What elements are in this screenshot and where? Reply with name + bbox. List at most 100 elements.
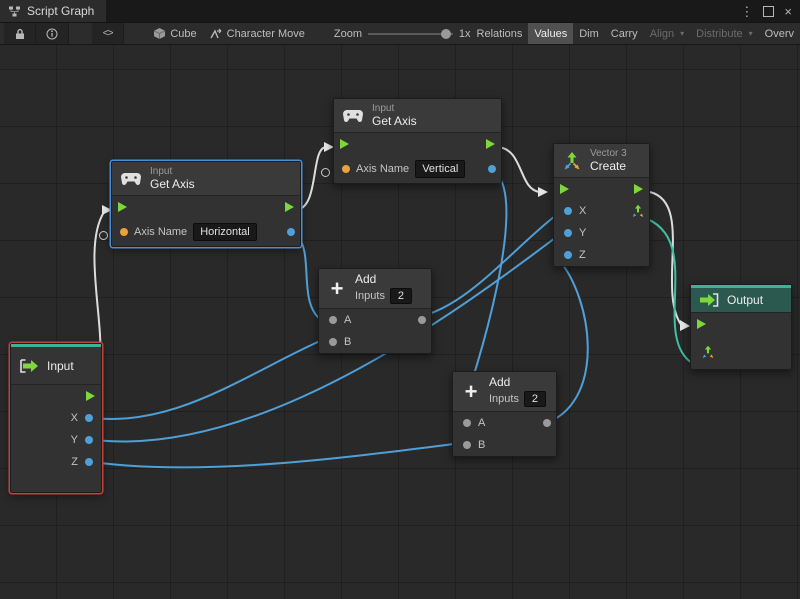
node-header: Input Get Axis [334,99,501,133]
info-icon [46,28,58,40]
axis-name-port[interactable] [120,228,128,236]
flow-in-port[interactable] [560,184,569,194]
code-icon: <> [103,28,113,39]
flow-in-port[interactable] [118,202,127,212]
x-port[interactable] [564,207,572,215]
x-out-port[interactable] [85,414,93,422]
inputs-count-field[interactable]: 2 [390,288,412,304]
port-label: Z [579,249,586,261]
code-view-button[interactable]: <> [92,23,124,44]
node-header: Input Get Axis [112,162,300,196]
node-vector3-create[interactable]: Vector 3 Create X Y [553,143,650,267]
value-edge-input-z-to-add2-b [80,444,454,467]
param-label: Axis Name [134,226,187,238]
node-title: Add [489,376,546,389]
node-header: Vector 3 Create [554,144,649,178]
node-title: Add [355,273,412,286]
y-port[interactable] [564,229,572,237]
cube-label: Cube [170,28,196,40]
vector3-in-port[interactable] [701,345,715,359]
character-move-breadcrumb[interactable]: Character Move [203,23,311,44]
value-out-port[interactable] [488,165,496,173]
flow-edge-create-to-output [650,192,682,326]
y-out-port[interactable] [85,436,93,444]
align-dropdown[interactable]: Align ▾ [644,23,690,44]
vector3-out-port[interactable] [631,204,645,218]
node-title: Output [727,293,763,307]
node-header: + Add Inputs 2 [319,269,431,309]
value-out-port[interactable] [287,228,295,236]
node-output[interactable]: Output [690,284,792,370]
inputs-count-field[interactable]: 2 [524,391,546,407]
flow-out-port[interactable] [486,139,495,149]
graph-canvas[interactable]: Input Get Axis Axis Name Vertical [0,45,800,599]
axis-name-field[interactable]: Vertical [415,160,465,178]
gamepad-icon [120,172,142,186]
node-header: + Add Inputs 2 [453,372,556,412]
sum-out-port[interactable] [543,419,551,427]
unconnected-port[interactable] [321,168,330,177]
flow-in-port[interactable] [340,139,349,149]
maximize-icon[interactable] [763,6,774,17]
carry-toggle[interactable]: Carry [605,23,644,44]
input-a-port[interactable] [463,419,471,427]
close-icon[interactable]: × [784,5,792,18]
flow-arrowhead [538,187,548,197]
axis-name-port[interactable] [342,165,350,173]
input-b-port[interactable] [463,441,471,449]
node-add-2[interactable]: + Add Inputs 2 A B [452,371,557,457]
port-label: X [71,412,78,424]
gamepad-icon [342,109,364,123]
z-out-port[interactable] [85,458,93,466]
output-icon [699,293,719,307]
distribute-dropdown[interactable]: Distribute ▾ [690,23,758,44]
z-port[interactable] [564,251,572,259]
sum-out-port[interactable] [418,316,426,324]
flow-edge-vertical-to-create [496,147,540,192]
flow-out-port[interactable] [86,391,95,401]
dim-toggle[interactable]: Dim [573,23,605,44]
info-button[interactable] [36,23,68,44]
overview-button[interactable]: Overv [759,23,800,44]
relations-toggle[interactable]: Relations [471,23,529,44]
node-add-1[interactable]: + Add Inputs 2 A B [318,268,432,354]
graph-icon [8,6,21,17]
value-edge-input-x-to-add1-b [80,341,320,419]
zoom-slider[interactable] [368,33,453,35]
cube-breadcrumb[interactable]: Cube [147,23,202,44]
chevron-down-icon: ▾ [680,29,684,38]
zoom-slider-knob[interactable] [441,29,451,39]
zoom-value: 1x [459,28,471,40]
port-label: B [344,336,351,348]
input-a-port[interactable] [329,316,337,324]
port-label: Y [579,227,586,239]
flow-out-port[interactable] [285,202,294,212]
tab-title: Script Graph [27,4,94,18]
cube-icon [153,27,166,40]
window-menu-icon[interactable]: ⋮ [740,5,753,18]
toolbar-right-group: Relations Values Dim Carry Align ▾ Distr… [471,23,800,44]
axis-name-field[interactable]: Horizontal [193,223,257,241]
inputs-label: Inputs [355,290,385,302]
node-get-axis-vertical[interactable]: Input Get Axis Axis Name Vertical [333,98,502,184]
node-header: Output [691,288,791,313]
node-category: Input [150,166,195,178]
lock-button[interactable] [4,23,36,44]
node-category: Vector 3 [590,148,627,160]
node-category: Input [372,103,417,115]
value-edge-horizontal-to-add1-a [297,235,320,319]
unconnected-port[interactable] [99,231,108,240]
script-graph-window: Script Graph ⋮ × <> [0,0,800,599]
tab-script-graph[interactable]: Script Graph [0,0,106,22]
node-get-axis-horizontal[interactable]: Input Get Axis Axis Name Horizontal [111,161,301,247]
values-toggle[interactable]: Values [528,23,573,44]
lock-icon [15,28,25,40]
node-title: Get Axis [372,115,417,129]
flow-in-port[interactable] [697,319,706,329]
port-label: A [344,314,351,326]
inputs-label: Inputs [489,393,519,405]
node-input[interactable]: Input X Y Z [10,343,102,493]
flow-out-port[interactable] [634,184,643,194]
input-b-port[interactable] [329,338,337,346]
add-icon: + [461,381,481,403]
